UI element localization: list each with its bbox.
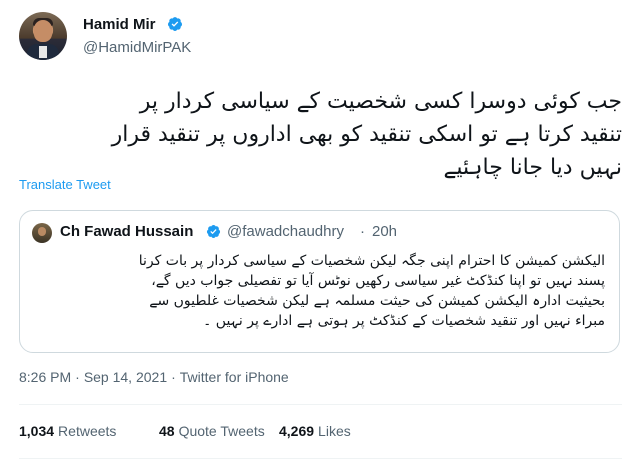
tweet-time[interactable]: 8:26 PM (19, 369, 71, 385)
timestamp-separator: · (171, 369, 176, 385)
quotes-count: 48 (159, 423, 175, 439)
likes-label: Likes (318, 423, 351, 439)
avatar-face (34, 20, 52, 42)
timestamp-separator: · (75, 369, 80, 385)
retweets-stat[interactable]: 1,034 Retweets (19, 423, 116, 439)
divider (19, 404, 622, 405)
quote-tweets-stat[interactable]: 48 Quote Tweets (159, 423, 265, 439)
author-display-name[interactable]: Hamid Mir (83, 16, 156, 33)
tweet-text: جب کوئی دوسرا کسی شخصیت کے سیاسی کردار پ… (111, 89, 622, 180)
quoted-tweet-card[interactable]: Ch Fawad Hussain @fawadchaudhry · 20h ال… (19, 210, 620, 353)
likes-stat[interactable]: 4,269 Likes (279, 423, 351, 439)
quoted-verified-badge-icon (206, 225, 221, 239)
tweet-date[interactable]: Sep 14, 2021 (84, 369, 167, 385)
likes-count: 4,269 (279, 423, 315, 439)
quoted-author-handle: @fawadchaudhry (227, 223, 344, 240)
quoted-time: 20h (372, 223, 398, 240)
retweets-count: 1,034 (19, 423, 55, 439)
quoted-author-avatar (32, 223, 52, 243)
verified-badge-icon (168, 17, 182, 31)
quoted-separator: · (360, 223, 365, 240)
quoted-author-name: Ch Fawad Hussain (60, 223, 194, 240)
translate-tweet-link[interactable]: Translate Tweet (19, 177, 111, 192)
quotes-label: Quote Tweets (178, 423, 265, 439)
author-avatar[interactable] (19, 12, 67, 60)
retweets-label: Retweets (58, 423, 117, 439)
quoted-tweet-text: الیکشن کمیشن کا احترام اپنی جگہ لیکن شخص… (138, 253, 605, 329)
author-handle[interactable]: @HamidMirPAK (83, 39, 191, 56)
tweet-source[interactable]: Twitter for iPhone (180, 369, 289, 385)
tweet-timestamp: 8:26 PM · Sep 14, 2021 · Twitter for iPhone (19, 369, 289, 385)
avatar-collar (39, 46, 47, 58)
